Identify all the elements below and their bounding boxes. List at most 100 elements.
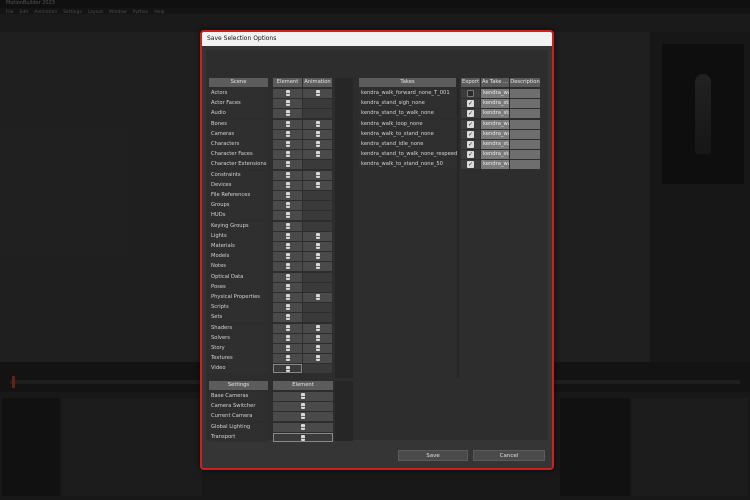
element-toggle[interactable]	[273, 129, 302, 139]
element-toggle[interactable]	[273, 262, 302, 272]
animation-toggle[interactable]	[303, 364, 332, 374]
settings-element-toggle[interactable]	[273, 432, 333, 442]
scene-scrollbar[interactable]	[335, 78, 353, 378]
export-checkbox[interactable]: ✓	[467, 100, 474, 108]
element-toggle[interactable]	[273, 180, 302, 190]
save-button[interactable]: Save	[398, 450, 468, 461]
element-toggle[interactable]	[273, 333, 302, 343]
animation-toggle[interactable]	[303, 119, 332, 129]
element-toggle[interactable]	[273, 231, 302, 241]
export-checkbox[interactable]	[467, 90, 474, 97]
animation-toggle[interactable]	[303, 201, 332, 211]
settings-element-toggle[interactable]	[273, 422, 333, 432]
element-toggle[interactable]	[273, 119, 302, 129]
element-toggle[interactable]	[273, 303, 302, 313]
description-field[interactable]	[510, 109, 540, 119]
description-field[interactable]	[510, 140, 540, 149]
description-field[interactable]	[510, 89, 540, 98]
element-toggle[interactable]	[273, 364, 302, 374]
animation-toggle[interactable]	[303, 129, 332, 139]
as-take-field[interactable]: kendra_walk	[481, 160, 509, 170]
animation-toggle[interactable]	[303, 313, 332, 323]
as-take-field[interactable]: kendra_stan	[481, 140, 509, 149]
as-take-field[interactable]: kendra_stan	[481, 109, 509, 119]
animation-toggle[interactable]	[303, 303, 332, 313]
animation-toggle[interactable]	[303, 333, 332, 343]
element-toggle[interactable]	[273, 201, 302, 211]
export-checkbox[interactable]: ✓	[467, 151, 474, 159]
take-name[interactable]: kendra_stand_to_walk_none	[359, 109, 456, 119]
export-checkbox[interactable]: ✓	[467, 130, 474, 138]
take-name[interactable]: kendra_stand_idle_none	[359, 140, 456, 149]
settings-element-toggle[interactable]	[273, 402, 333, 412]
settings-scrollbar[interactable]	[335, 381, 353, 441]
element-toggle[interactable]	[273, 140, 302, 149]
element-toggle[interactable]	[273, 242, 302, 251]
element-toggle[interactable]	[273, 160, 302, 170]
animation-toggle[interactable]	[303, 354, 332, 364]
take-name[interactable]: kendra_walk_loop_none	[359, 119, 456, 129]
element-toggle[interactable]	[273, 313, 302, 323]
export-checkbox[interactable]: ✓	[467, 141, 474, 148]
export-checkbox[interactable]: ✓	[467, 120, 474, 128]
settings-element-toggle[interactable]	[273, 412, 333, 422]
element-toggle[interactable]	[273, 221, 302, 231]
as-take-field[interactable]: kendra_walk	[481, 119, 509, 129]
settings-element-toggle[interactable]	[273, 392, 333, 401]
description-field[interactable]	[510, 129, 540, 139]
animation-toggle[interactable]	[303, 191, 332, 200]
element-toggle[interactable]	[273, 252, 302, 262]
element-toggle[interactable]	[273, 170, 302, 180]
as-take-field[interactable]: kendra_walk	[481, 89, 509, 98]
animation-toggle[interactable]	[303, 160, 332, 170]
element-toggle[interactable]	[273, 150, 302, 160]
element-toggle[interactable]	[273, 282, 302, 292]
animation-toggle[interactable]	[303, 180, 332, 190]
export-checkbox[interactable]: ✓	[467, 110, 474, 118]
element-toggle[interactable]	[273, 344, 302, 353]
include-icon	[285, 212, 290, 219]
description-field[interactable]	[510, 160, 540, 170]
animation-toggle[interactable]	[303, 89, 332, 98]
as-take-field[interactable]: kendra_walk	[481, 129, 509, 139]
element-toggle[interactable]	[273, 211, 302, 221]
animation-toggle[interactable]	[303, 211, 332, 221]
animation-toggle[interactable]	[303, 262, 332, 272]
take-name[interactable]: kendra_stand_to_walk_none_respeed	[359, 150, 457, 160]
animation-toggle[interactable]	[303, 231, 332, 241]
cancel-button[interactable]: Cancel	[473, 450, 545, 461]
animation-toggle[interactable]	[303, 150, 332, 160]
animation-toggle[interactable]	[303, 99, 332, 109]
take-name[interactable]: kendra_walk_forward_none_T_001	[359, 89, 456, 98]
animation-toggle[interactable]	[303, 272, 332, 282]
animation-toggle[interactable]	[303, 221, 332, 231]
take-name[interactable]: kendra_walk_to_stand_none	[359, 129, 456, 139]
description-field[interactable]	[510, 119, 540, 129]
element-toggle[interactable]	[273, 191, 302, 200]
take-name[interactable]: kendra_walk_to_stand_none_50	[359, 160, 456, 170]
animation-toggle[interactable]	[303, 140, 332, 149]
description-field[interactable]	[510, 99, 540, 109]
element-toggle[interactable]	[273, 272, 302, 282]
description-field[interactable]	[510, 150, 540, 160]
element-toggle[interactable]	[273, 99, 302, 109]
animation-toggle[interactable]	[303, 293, 332, 302]
animation-toggle[interactable]	[303, 344, 332, 353]
as-take-field[interactable]: kendra_stan	[481, 150, 509, 160]
element-toggle[interactable]	[273, 109, 302, 119]
animation-toggle[interactable]	[303, 170, 332, 180]
animation-toggle[interactable]	[303, 252, 332, 262]
element-toggle[interactable]	[273, 293, 302, 302]
include-icon	[315, 263, 320, 270]
export-checkbox[interactable]: ✓	[467, 161, 474, 169]
element-toggle[interactable]	[273, 354, 302, 364]
animation-toggle[interactable]	[303, 109, 332, 119]
animation-toggle[interactable]	[303, 282, 332, 292]
include-icon	[285, 232, 290, 239]
element-toggle[interactable]	[273, 89, 302, 98]
as-take-field[interactable]: kendra_stan	[481, 99, 509, 109]
take-name[interactable]: kendra_stand_sigh_none	[359, 99, 456, 109]
animation-toggle[interactable]	[303, 242, 332, 251]
animation-toggle[interactable]	[303, 323, 332, 333]
element-toggle[interactable]	[273, 323, 302, 333]
